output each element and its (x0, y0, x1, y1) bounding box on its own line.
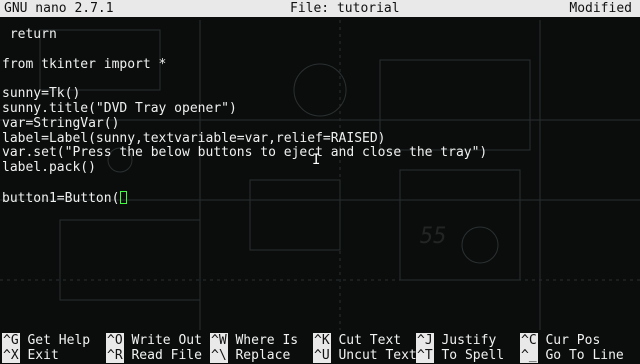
code-line-current[interactable]: button1=Button( (0, 190, 640, 206)
shortcut-label: Get Help (27, 333, 91, 348)
shortcut-label: Where Is (235, 333, 299, 348)
shortcut-label: Justify (441, 333, 497, 348)
shortcut-exit[interactable]: ^X Exit (2, 348, 59, 364)
code-line[interactable]: label=Label(sunny,textvariable=var,relie… (0, 131, 640, 147)
shortcut-replace[interactable]: ^\ Replace (210, 348, 291, 364)
shortcut-key: ^U (313, 348, 331, 363)
shortcut-to-spell[interactable]: ^T To Spell (416, 348, 505, 364)
shortcut-label: Write Out (131, 333, 202, 348)
shortcut-label: To Spell (441, 348, 505, 363)
text-cursor (120, 190, 128, 204)
shortcut-label: Cut Text (338, 333, 402, 348)
shortcut-get-help[interactable]: ^G Get Help (2, 333, 91, 349)
file-name-label: File: tutorial (290, 1, 400, 16)
code-line[interactable]: label.pack() (0, 160, 640, 176)
code-line[interactable]: return (0, 27, 640, 43)
code-line-text[interactable]: button1=Button( (2, 191, 119, 206)
shortcut-justify[interactable]: ^J Justify (416, 333, 497, 349)
code-line[interactable]: sunny=Tk() (0, 86, 640, 102)
code-line[interactable] (0, 43, 640, 58)
ibeam-cursor-icon: I (312, 152, 321, 168)
shortcut-label: Uncut Text (338, 348, 417, 363)
shortcut-key: ^W (210, 333, 228, 348)
shortcut-label: Exit (27, 348, 59, 363)
shortcut-go-to-line[interactable]: ^_ Go To Line (520, 348, 624, 364)
code-line[interactable]: var=StringVar() (0, 116, 640, 132)
shortcut-label: Cur Pos (545, 333, 601, 348)
shortcut-key: ^_ (520, 348, 538, 363)
nano-title-bar: GNU nano 2.7.1 File: tutorial Modified (0, 0, 640, 17)
modified-status: Modified (569, 1, 632, 16)
shortcut-label: Go To Line (545, 348, 624, 363)
shortcut-read-file[interactable]: ^R Read File (106, 348, 202, 364)
shortcut-cut-text[interactable]: ^K Cut Text (313, 333, 402, 349)
shortcut-where-is[interactable]: ^W Where Is (210, 333, 299, 349)
shortcut-uncut-text[interactable]: ^U Uncut Text (313, 348, 417, 364)
shortcut-label: Replace (235, 348, 291, 363)
code-line[interactable] (0, 176, 640, 191)
app-version-label: GNU nano 2.7.1 (4, 1, 114, 16)
shortcut-key: ^C (520, 333, 538, 348)
shortcut-key: ^\ (210, 348, 228, 363)
shortcut-key: ^K (313, 333, 331, 348)
code-line[interactable]: var.set("Press the below buttons to ejec… (0, 146, 640, 161)
shortcut-cur-pos[interactable]: ^C Cur Pos (520, 333, 601, 349)
shortcut-key: ^G (2, 333, 20, 348)
shortcut-label: Read File (131, 348, 202, 363)
text-editor-area[interactable]: return from tkinter import * sunny=Tk() … (0, 27, 640, 328)
shortcut-key: ^X (2, 348, 20, 363)
shortcut-key: ^O (106, 333, 124, 348)
code-line[interactable]: sunny.title("DVD Tray opener") (0, 101, 640, 117)
code-line[interactable] (0, 72, 640, 87)
shortcut-write-out[interactable]: ^O Write Out (106, 333, 202, 349)
shortcut-key: ^T (416, 348, 434, 363)
shortcut-key: ^J (416, 333, 434, 348)
shortcut-key: ^R (106, 348, 124, 363)
code-line[interactable]: from tkinter import * (0, 57, 640, 73)
